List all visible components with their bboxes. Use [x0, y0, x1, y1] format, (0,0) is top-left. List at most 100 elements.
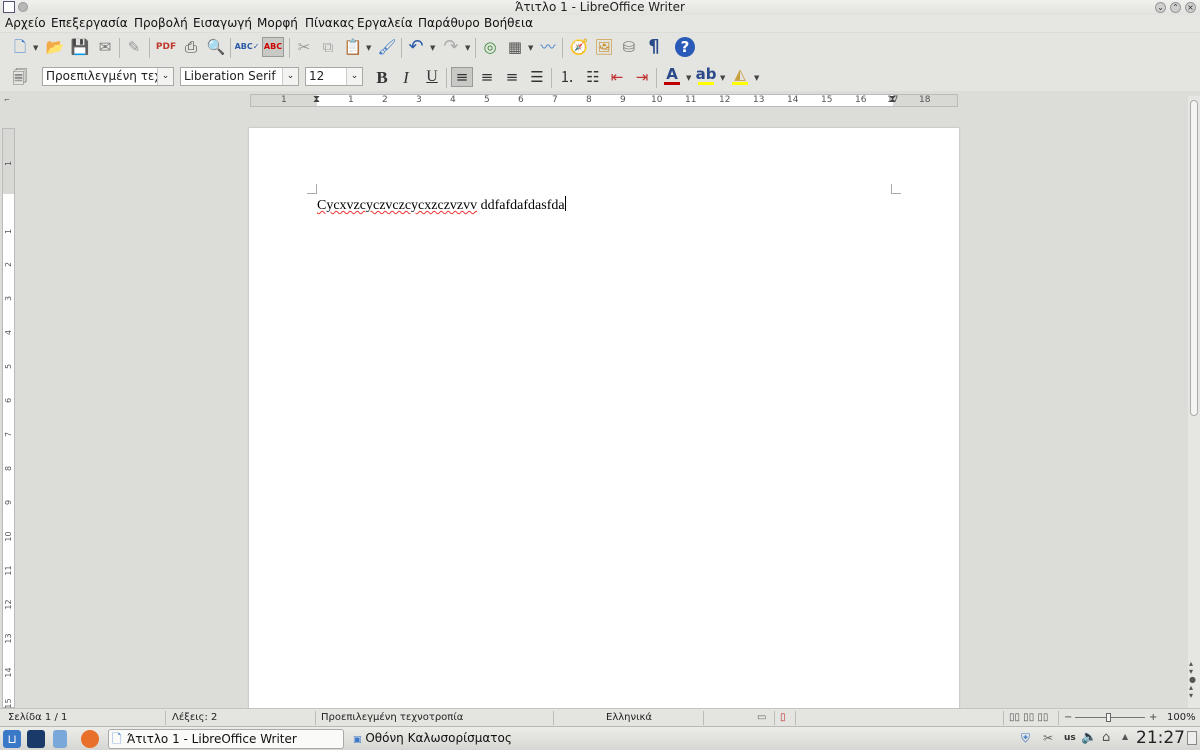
- left-indent-marker[interactable]: ⧗: [313, 94, 320, 105]
- print-preview-icon[interactable]: 🔍: [206, 37, 226, 57]
- page-count[interactable]: Σελίδα 1 / 1: [8, 709, 67, 726]
- clone-formatting-icon[interactable]: 🖌: [377, 37, 397, 57]
- insert-table-icon[interactable]: ▦: [505, 37, 525, 57]
- zoom-out-icon[interactable]: −: [1064, 709, 1072, 726]
- data-sources-icon[interactable]: ⛁: [619, 37, 639, 57]
- auto-spellcheck-icon[interactable]: ABC: [262, 37, 284, 57]
- desktop-icon[interactable]: [27, 730, 45, 748]
- file-manager-icon[interactable]: [53, 730, 67, 748]
- chevron-down-icon[interactable]: ⌄: [282, 68, 298, 85]
- scroll-nav-icons[interactable]: ▴ ▾ ● ▴ ▾: [1189, 660, 1196, 700]
- document-page[interactable]: Cycxvzcyczvczcycxzczvzvv ddfafdafdasfda: [249, 128, 959, 708]
- bullet-list-icon[interactable]: ☷: [583, 67, 603, 87]
- gallery-icon[interactable]: 🖼: [594, 37, 614, 57]
- copy-icon[interactable]: ⧉: [318, 37, 338, 57]
- cut-icon[interactable]: ✂: [294, 37, 314, 57]
- tab-stop-icon[interactable]: ⌐: [4, 96, 10, 104]
- menu-view[interactable]: Προβολή: [134, 15, 188, 32]
- maximize-button[interactable]: ⌃: [1170, 2, 1181, 13]
- undo-icon[interactable]: ↶: [406, 37, 426, 57]
- draw-functions-icon[interactable]: 〰: [538, 37, 558, 57]
- font-color-dropdown-icon[interactable]: ▼: [686, 74, 691, 82]
- increase-indent-icon[interactable]: ⇥: [632, 67, 652, 87]
- chevron-down-icon[interactable]: ⌄: [157, 68, 173, 85]
- taskbar-writer-window[interactable]: 🗋 Άτιτλο 1 - LibreOffice Writer: [108, 729, 344, 749]
- numbered-list-icon[interactable]: ⒈: [557, 67, 577, 87]
- view-layout-icon[interactable]: ▯▯ ▯▯ ▯▯: [1009, 709, 1048, 726]
- horizontal-ruler[interactable]: 1 ⧗ 1 2 3 4 5 6 7 8 9 10 11 12 13 14 15 …: [250, 94, 958, 107]
- decrease-indent-icon[interactable]: ⇤: [607, 67, 627, 87]
- background-color-icon[interactable]: ◭: [730, 66, 750, 86]
- highlight-icon[interactable]: ab: [696, 66, 716, 86]
- spellcheck-icon[interactable]: ABC✓: [235, 37, 260, 57]
- align-right-icon[interactable]: ≡: [502, 67, 522, 87]
- taskbar-welcome-window[interactable]: ▣ Οθόνη Καλωσορίσματος: [353, 727, 512, 750]
- save-icon[interactable]: 💾: [70, 37, 90, 57]
- page-style[interactable]: Προεπιλεγμένη τεχνοτροπία: [321, 709, 463, 726]
- menu-table[interactable]: Πίνακας: [305, 15, 355, 32]
- vertical-ruler[interactable]: 1 1 2 3 4 5 6 7 8 9 10 11 12 13 14 15: [2, 128, 15, 709]
- align-left-icon[interactable]: ≡: [451, 67, 473, 87]
- navigator-compass-icon[interactable]: 🧭: [569, 37, 589, 57]
- export-pdf-icon[interactable]: PDF: [156, 37, 176, 57]
- menu-format[interactable]: Μορφή: [257, 15, 298, 32]
- app-launcher-icon[interactable]: ⊔: [3, 730, 21, 748]
- formatting-marks-icon[interactable]: ¶: [644, 37, 664, 57]
- new-document-icon[interactable]: 🗋: [10, 37, 30, 57]
- keyboard-layout[interactable]: us: [1064, 733, 1076, 743]
- network-icon[interactable]: ⌂: [1102, 730, 1110, 745]
- menu-tools[interactable]: Εργαλεία: [357, 15, 413, 32]
- underline-icon[interactable]: U: [422, 67, 442, 87]
- menu-insert[interactable]: Εισαγωγή: [193, 15, 252, 32]
- close-button[interactable]: ×: [1185, 2, 1196, 13]
- print-icon[interactable]: ⎙: [181, 37, 201, 57]
- email-icon[interactable]: ✉: [95, 37, 115, 57]
- menu-edit[interactable]: Επεξεργασία: [51, 15, 128, 32]
- paragraph-style-combo[interactable]: Προεπιλεγμένη τεχνο ⌄: [42, 67, 174, 86]
- right-indent-marker[interactable]: ⧗: [889, 94, 896, 105]
- menu-window[interactable]: Παράθυρο: [418, 15, 480, 32]
- firefox-icon[interactable]: [81, 730, 99, 748]
- menu-file[interactable]: Αρχείο: [5, 15, 46, 32]
- redo-icon[interactable]: ↷: [441, 37, 461, 57]
- menu-help[interactable]: Βοήθεια: [484, 15, 533, 32]
- bold-icon[interactable]: B: [372, 67, 392, 87]
- document-modified-icon[interactable]: ▯: [780, 709, 786, 726]
- scrollbar-thumb[interactable]: [1190, 100, 1198, 416]
- scissors-icon[interactable]: ✂: [1043, 731, 1053, 745]
- new-dropdown-icon[interactable]: ▼: [33, 44, 38, 52]
- highlight-dropdown-icon[interactable]: ▼: [720, 74, 725, 82]
- paste-icon[interactable]: 📋: [343, 37, 363, 57]
- clock[interactable]: 21:27: [1136, 727, 1185, 750]
- zoom-slider-handle[interactable]: [1106, 713, 1111, 722]
- open-folder-icon[interactable]: 📂: [45, 37, 65, 57]
- justify-icon[interactable]: ☰: [527, 67, 547, 87]
- font-name-combo[interactable]: Liberation Serif ⌄: [180, 67, 299, 86]
- styles-icon[interactable]: 🗐: [10, 67, 30, 87]
- misspelled-word[interactable]: Cycxvzcyczvczcycxzczvzvv: [317, 198, 477, 213]
- italic-icon[interactable]: I: [396, 67, 416, 87]
- undo-dropdown-icon[interactable]: ▼: [430, 44, 435, 52]
- shield-icon[interactable]: ⛨: [1021, 731, 1030, 746]
- insert-mode-icon[interactable]: ▭: [757, 709, 766, 726]
- language[interactable]: Ελληνικά: [606, 709, 652, 726]
- document-word[interactable]: ddfafdafdasfda: [481, 198, 565, 213]
- navigator-icon[interactable]: ◎: [480, 37, 500, 57]
- show-desktop-icon[interactable]: [1187, 731, 1197, 745]
- document-text[interactable]: Cycxvzcyczvczcycxzczvzvv ddfafdafdasfda: [317, 196, 566, 214]
- chevron-down-icon[interactable]: ⌄: [346, 68, 362, 85]
- redo-dropdown-icon[interactable]: ▼: [465, 44, 470, 52]
- help-icon[interactable]: ?: [675, 37, 695, 57]
- font-size-combo[interactable]: 12 ⌄: [305, 67, 363, 86]
- minimize-button[interactable]: ⌄: [1155, 2, 1166, 13]
- edit-mode-icon[interactable]: ✎: [124, 37, 144, 57]
- zoom-level[interactable]: 100%: [1167, 709, 1196, 726]
- volume-icon[interactable]: 🔈: [1081, 730, 1097, 745]
- paste-dropdown-icon[interactable]: ▼: [366, 44, 371, 52]
- font-color-icon[interactable]: A: [662, 66, 682, 86]
- zoom-in-icon[interactable]: +: [1149, 709, 1157, 726]
- word-count[interactable]: Λέξεις: 2: [172, 709, 217, 726]
- background-dropdown-icon[interactable]: ▼: [754, 74, 759, 82]
- align-center-icon[interactable]: ≡: [477, 67, 497, 87]
- table-dropdown-icon[interactable]: ▼: [528, 44, 533, 52]
